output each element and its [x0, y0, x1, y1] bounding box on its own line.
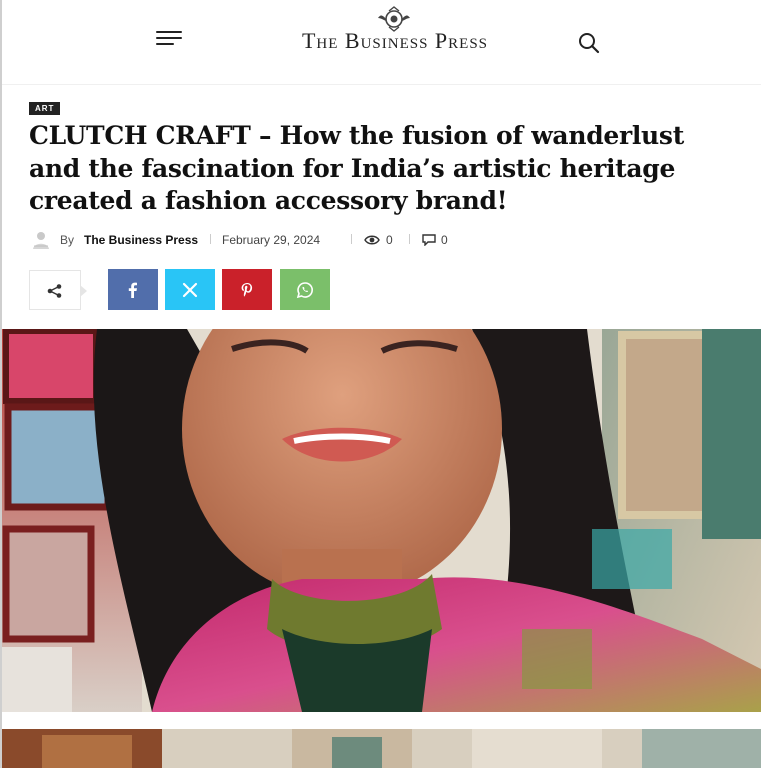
comments-count[interactable]: 0 [441, 233, 448, 247]
article-featured-image[interactable] [2, 329, 761, 712]
search-icon[interactable] [576, 30, 602, 56]
share-pinterest-button[interactable] [222, 269, 272, 310]
facebook-icon [128, 282, 137, 298]
author-link[interactable]: The Business Press [84, 233, 198, 247]
share-toggle-button[interactable] [29, 270, 87, 310]
share-facebook-button[interactable] [108, 269, 158, 310]
x-icon [182, 282, 198, 297]
publish-date: February 29, 2024 [222, 233, 321, 247]
share-icon [47, 284, 62, 298]
meta-divider [409, 234, 410, 244]
category-tag[interactable]: ART [29, 102, 61, 115]
author-avatar[interactable] [30, 229, 52, 251]
whatsapp-icon [296, 281, 313, 298]
by-label: By [60, 233, 75, 247]
meta-divider [210, 234, 211, 244]
eye-icon [364, 235, 380, 245]
pinterest-icon [241, 282, 253, 297]
article-secondary-image[interactable] [2, 729, 761, 768]
site-header: The Business Press [2, 0, 761, 85]
meta-divider [351, 234, 352, 244]
comment-icon[interactable] [422, 234, 436, 246]
article-headline: CLUTCH CRAFT – How the fusion of wanderl… [29, 121, 684, 215]
share-whatsapp-button[interactable] [280, 269, 330, 310]
share-x-button[interactable] [165, 269, 215, 310]
article-meta: By The Business Press February 29, 2024 … [30, 229, 630, 253]
views-count: 0 [386, 233, 393, 247]
hamburger-menu-icon[interactable] [156, 28, 186, 50]
site-title[interactable]: The Business Press [264, 28, 526, 54]
